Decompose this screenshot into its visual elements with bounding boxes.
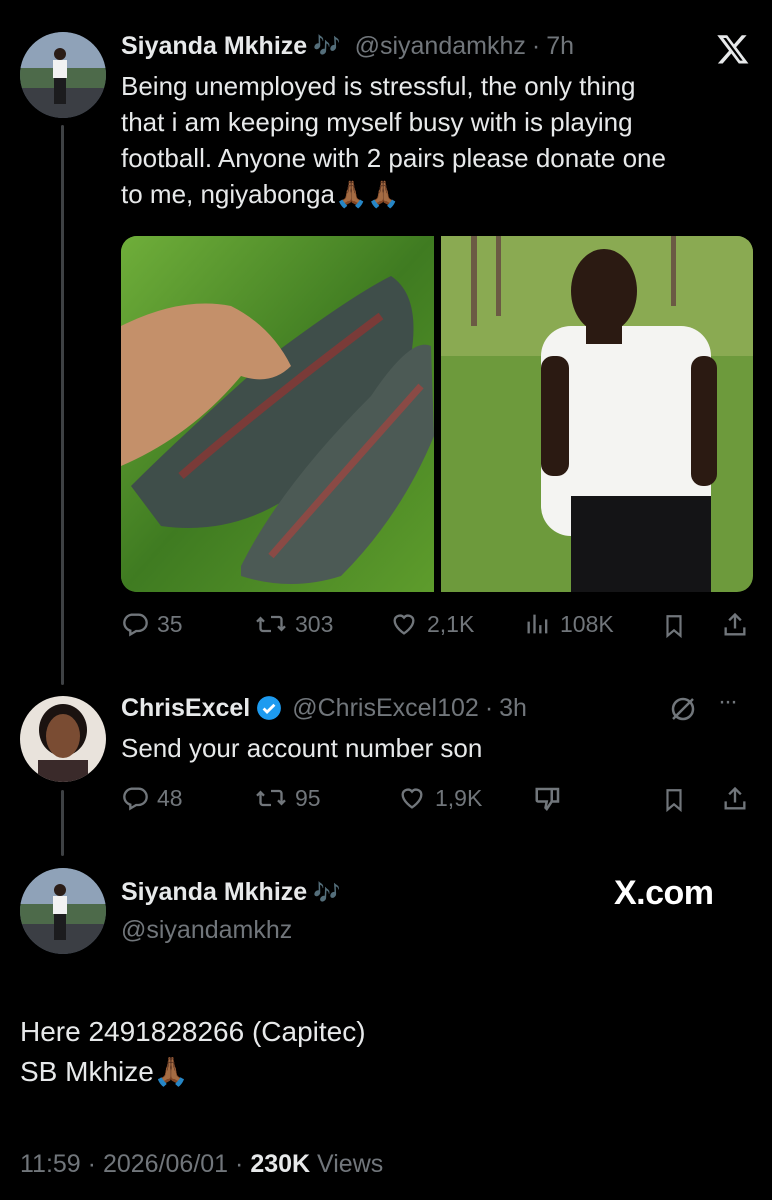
reply-avatar[interactable] (20, 696, 106, 782)
tweet-text-line: SB Mkhize (20, 1056, 154, 1087)
like-count: 2,1K (427, 610, 475, 637)
reply-count: 48 (157, 784, 183, 811)
repost-button[interactable]: 95 (255, 784, 321, 812)
tweet-header: Siyanda Mkhize 🎶 @siyandamkhz · 7h (121, 30, 574, 62)
share-icon[interactable] (721, 610, 749, 645)
post-time[interactable]: 7h (546, 32, 574, 61)
dislike-icon[interactable] (533, 784, 563, 819)
reply-button[interactable]: 48 (121, 784, 183, 812)
tweet-header: Siyanda Mkhize 🎶 (121, 878, 341, 907)
praying-hands-emoji: 🙏🏾 (153, 1056, 189, 1087)
bookmark-icon[interactable] (661, 786, 687, 819)
repost-button[interactable]: 303 (255, 610, 333, 638)
music-notes-emoji: 🎶 (313, 879, 341, 905)
author-name[interactable]: Siyanda Mkhize (121, 878, 307, 907)
more-options-icon[interactable]: ··· (718, 688, 738, 716)
separator-dot: · (484, 693, 494, 722)
repost-icon (256, 615, 286, 633)
praying-hands-emoji: 🙏🏾🙏🏾 (334, 179, 400, 209)
reply-count: 35 (157, 610, 183, 637)
separator-dot: · (531, 31, 541, 60)
thread-line (61, 125, 64, 685)
tweet-text: Here 2491828266 (Capitec) SB Mkhize🙏🏾 (20, 1012, 366, 1092)
like-button[interactable]: 2,1K (389, 610, 474, 638)
repost-count: 95 (295, 784, 321, 811)
heart-icon (401, 788, 423, 809)
reply-actions: 48 95 1,9K (121, 784, 761, 818)
views-button[interactable]: 108K (524, 610, 614, 638)
watermark-xcom: X.com (614, 874, 714, 912)
tweet-text-line: football. Anyone with 2 pairs please don… (121, 143, 666, 173)
heart-icon (393, 614, 415, 635)
tweet-actions: 35 303 2,1K 108K (121, 610, 761, 644)
views-count: 230K (250, 1150, 311, 1178)
view-count: 108K (560, 610, 614, 637)
like-count: 1,9K (435, 784, 483, 811)
tweet-text-line: to me, ngiyabonga (121, 179, 335, 209)
reply-icon (123, 787, 148, 811)
bookmark-icon[interactable] (661, 612, 687, 645)
post-time[interactable]: 11:59 (20, 1150, 81, 1178)
repost-count: 303 (295, 610, 334, 637)
music-notes-emoji: 🎶 (313, 33, 341, 58)
author-name[interactable]: Siyanda Mkhize (121, 32, 307, 61)
reply-icon (123, 613, 148, 637)
thread-line (61, 790, 64, 856)
reply-header: ChrisExcel @ChrisExcel102 · 3h (121, 692, 527, 724)
x-logo-icon[interactable] (716, 32, 750, 66)
separator-dot: · (235, 1150, 244, 1178)
reply-author-handle[interactable]: @ChrisExcel102 (292, 694, 479, 723)
reply-text: Send your account number son (121, 733, 483, 763)
grok-icon[interactable] (668, 694, 698, 729)
reply-button[interactable]: 35 (121, 610, 183, 638)
bar-chart-icon (527, 614, 548, 634)
tweet-text: Being unemployed is stressful, the only … (121, 68, 761, 212)
reply-author-name[interactable]: ChrisExcel (121, 694, 250, 723)
author-handle[interactable]: @siyandamkhz (355, 32, 526, 61)
views-label: Views (317, 1150, 384, 1178)
repost-icon (256, 789, 286, 807)
photo-boots[interactable] (121, 236, 434, 592)
post-meta: 11:59 · 2026/06/01 · 230K Views (20, 1150, 383, 1179)
verified-badge-icon (257, 696, 282, 720)
like-button[interactable]: 1,9K (397, 784, 482, 812)
post-date[interactable]: 2026/06/01 (103, 1150, 228, 1178)
tweet-text-line: that i am keeping myself busy with is pl… (121, 107, 633, 137)
author-handle[interactable]: @siyandamkhz (121, 916, 292, 945)
photo-person[interactable] (441, 236, 753, 592)
separator-dot: · (87, 1150, 96, 1178)
tweet-text-line: Here 2491828266 (Capitec) (20, 1016, 366, 1047)
author-avatar[interactable] (20, 868, 106, 954)
reply-time[interactable]: 3h (499, 694, 527, 723)
author-avatar[interactable] (20, 32, 106, 118)
tweet-text-line: Being unemployed is stressful, the only … (121, 71, 636, 101)
share-icon[interactable] (721, 784, 749, 819)
